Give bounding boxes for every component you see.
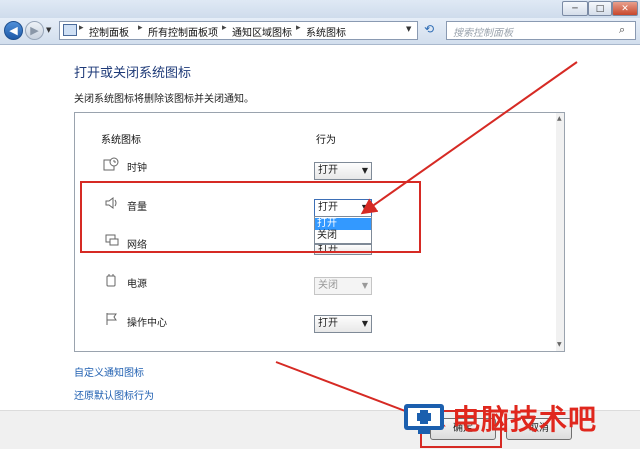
annotation-arrows	[275, 61, 578, 429]
watermark-logo	[402, 400, 446, 436]
watermark-text: 电脑技术吧	[452, 403, 598, 436]
